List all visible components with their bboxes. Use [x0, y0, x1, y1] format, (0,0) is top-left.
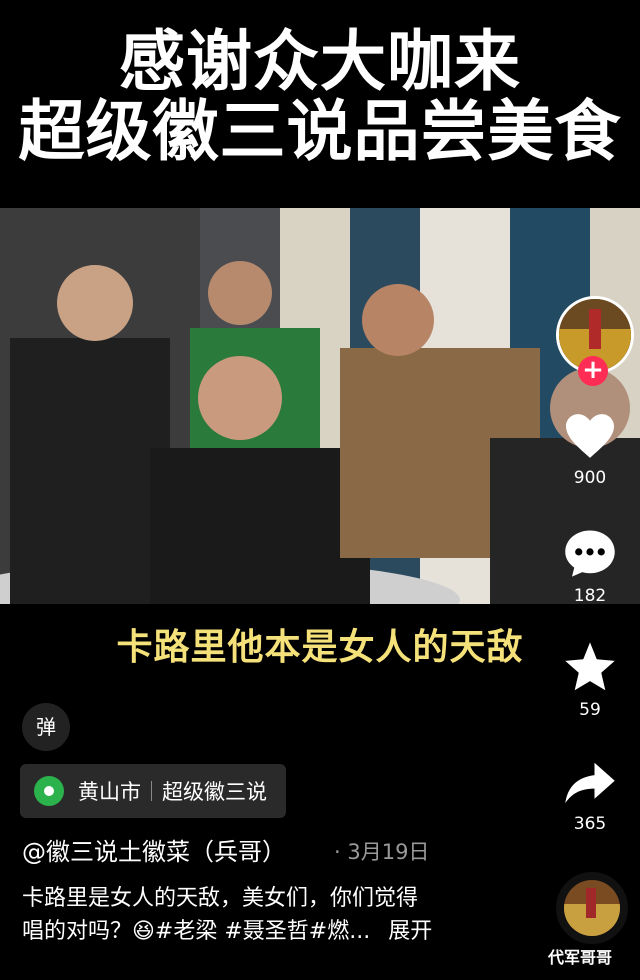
music-disc[interactable] [556, 872, 628, 944]
favorite-count: 59 [579, 700, 601, 720]
expand-button[interactable]: 展开 [388, 919, 432, 944]
comment-icon [565, 530, 615, 577]
video-caption: 卡路里他本是女人的天敌 [116, 627, 524, 668]
comment-count: 182 [573, 586, 607, 606]
location-pin-icon [34, 776, 64, 806]
location-divider [151, 781, 152, 801]
comment-action[interactable]: 182 [558, 528, 622, 606]
like-count: 900 [573, 468, 607, 488]
author-handle[interactable]: @徽三说土徽菜（兵哥） [22, 832, 286, 867]
star-icon [565, 642, 615, 691]
location-place: 超级徽三说 [162, 780, 267, 804]
follow-button[interactable]: + [578, 356, 608, 386]
danmu-toggle-button[interactable]: 弹 [22, 703, 70, 751]
share-count: 365 [573, 814, 607, 834]
favorite-action[interactable]: 59 [558, 640, 622, 720]
description-line-1: 卡路里是女人的天敌，美女们，你们觉得 [22, 886, 419, 911]
share-icon [565, 762, 615, 804]
like-action[interactable]: 900 [558, 412, 622, 488]
post-date: · 3月19日 [334, 840, 430, 864]
title-line-1: 感谢众大咖来 [119, 23, 521, 100]
title-line-2: 超级徽三说品尝美食 [18, 93, 622, 170]
heart-icon [566, 414, 614, 458]
share-action[interactable]: 365 [558, 760, 622, 834]
location-city: 黄山市 [78, 780, 141, 804]
video-scene [0, 208, 640, 604]
post-description: 卡路里是女人的天敌，美女们，你们觉得 唱的对吗？😆#老梁 #聂圣哲#燃... 展开 [22, 882, 492, 948]
video-frame[interactable] [0, 208, 640, 604]
description-line-2-text: 唱的对吗？😆#老梁 #聂圣哲#燃... [22, 919, 371, 944]
watermark-text: 代军哥哥 [548, 948, 613, 967]
description-line-2: 唱的对吗？😆#老梁 #聂圣哲#燃... 展开 [22, 915, 492, 948]
music-disc-image [564, 880, 620, 936]
location-tag[interactable]: 黄山市 超级徽三说 [20, 764, 286, 818]
